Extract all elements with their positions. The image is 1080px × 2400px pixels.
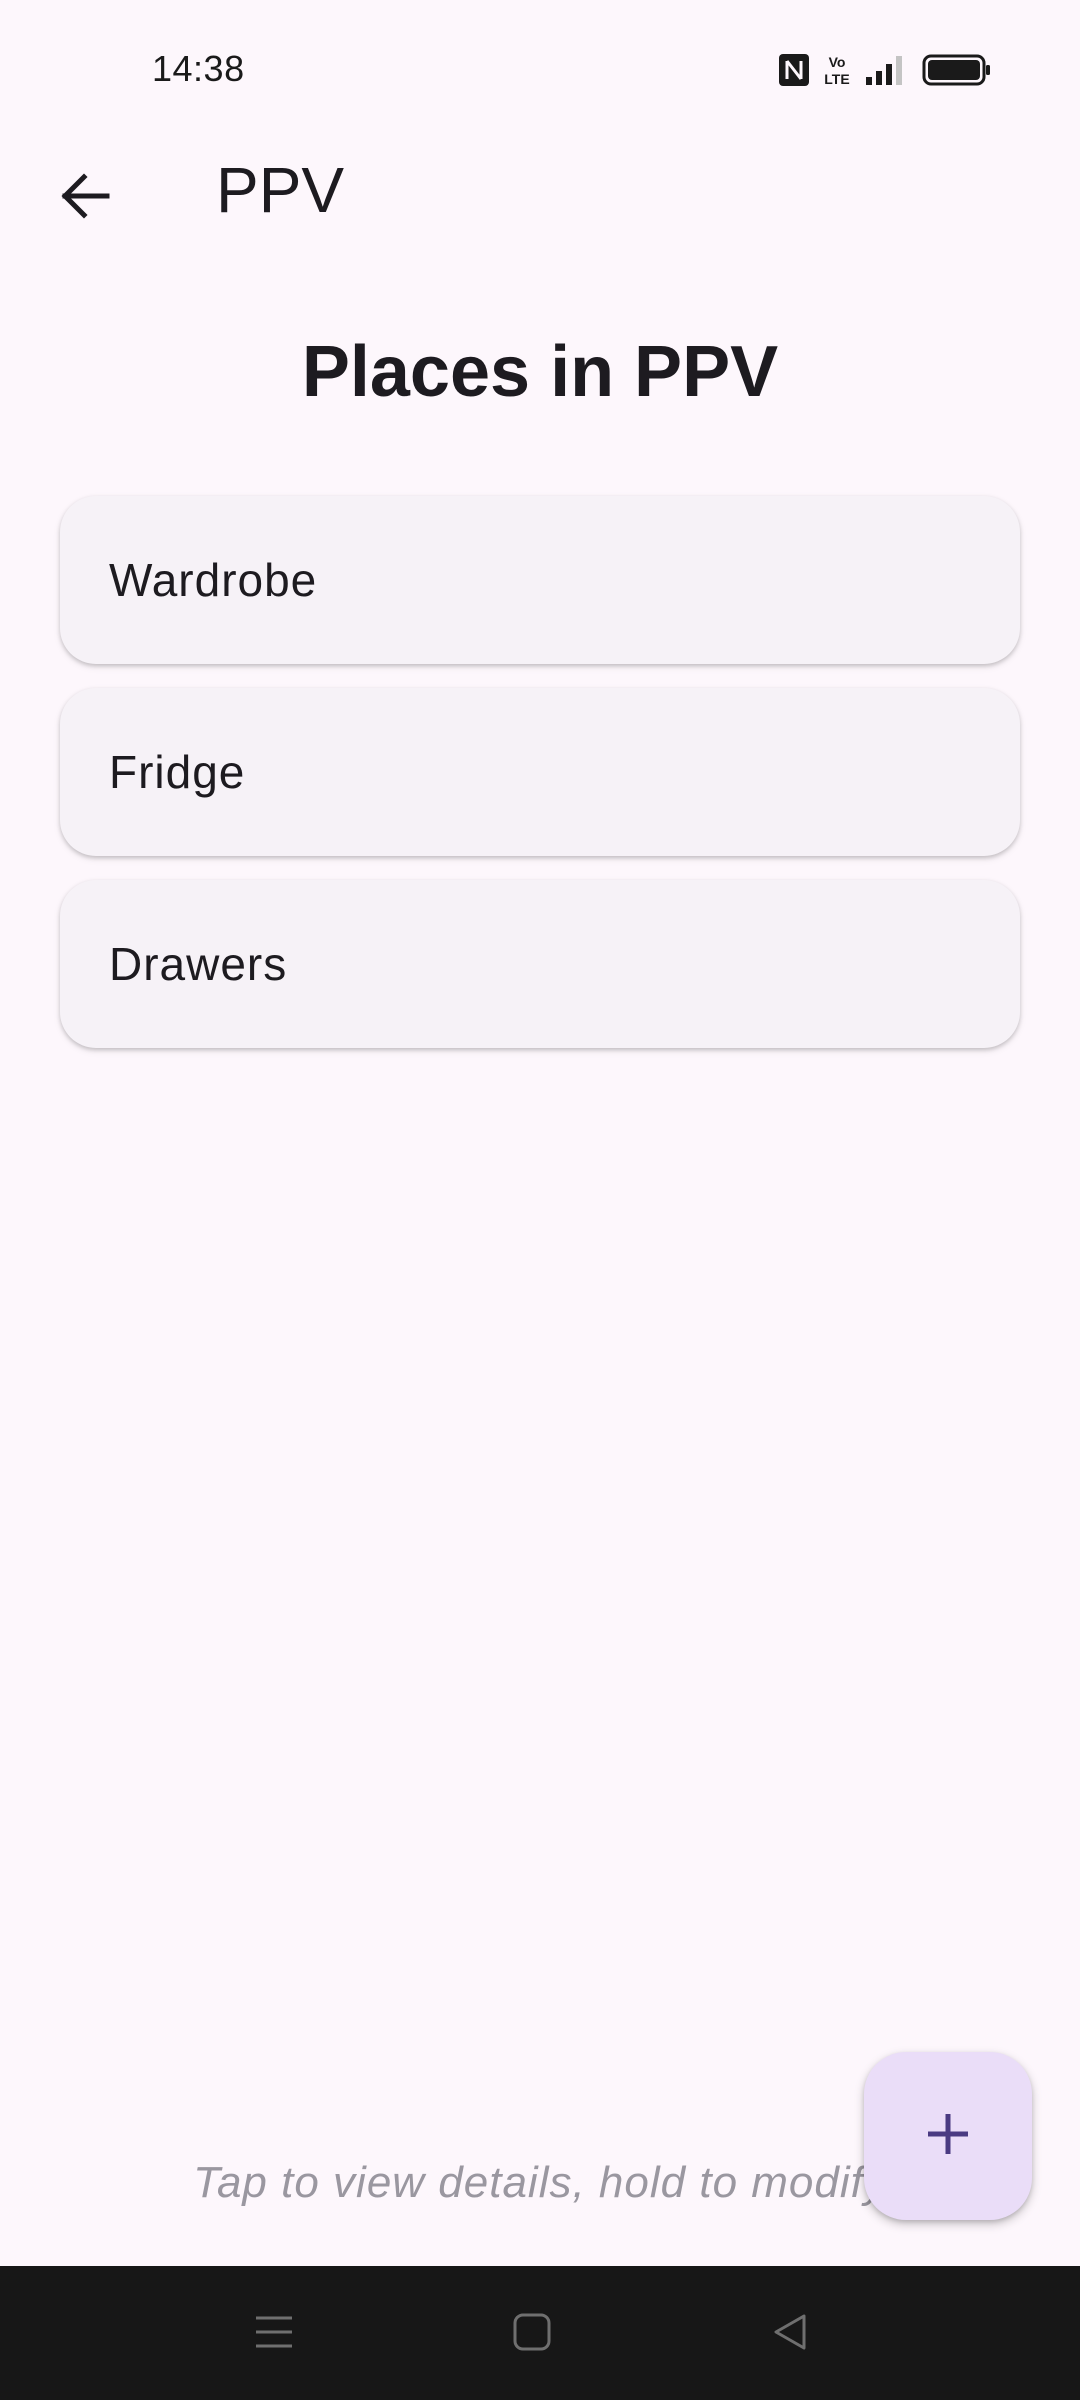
page-heading: Places in PPV — [301, 332, 779, 412]
status-bar: 14:38 Vo LTE — [0, 0, 1080, 130]
recent-apps-button[interactable] — [238, 2298, 310, 2370]
status-icons: Vo LTE — [778, 52, 992, 92]
place-card-drawers[interactable]: Drawers — [60, 880, 1020, 1048]
places-list: Wardrobe Fridge Drawers — [60, 496, 1020, 1072]
back-button[interactable] — [36, 150, 132, 246]
system-nav-bar — [0, 2266, 1080, 2400]
svg-text:Vo: Vo — [829, 54, 846, 70]
volte-icon: Vo LTE — [824, 53, 850, 92]
home-button[interactable] — [496, 2298, 568, 2370]
menu-icon — [254, 2312, 294, 2357]
status-time: 14:38 — [152, 48, 245, 89]
battery-icon — [922, 53, 992, 92]
home-square-icon — [512, 2312, 552, 2357]
system-back-button[interactable] — [754, 2298, 826, 2370]
arrow-back-icon — [57, 169, 111, 228]
nfc-icon — [778, 53, 810, 92]
app-title: PPV — [216, 154, 345, 226]
svg-text:LTE: LTE — [824, 71, 849, 87]
place-label: Fridge — [109, 746, 246, 798]
back-triangle-icon — [770, 2312, 810, 2357]
place-label: Drawers — [109, 938, 288, 990]
signal-icon — [864, 53, 908, 92]
place-card-wardrobe[interactable]: Wardrobe — [60, 496, 1020, 664]
add-place-button[interactable] — [864, 2052, 1032, 2220]
place-card-fridge[interactable]: Fridge — [60, 688, 1020, 856]
plus-icon — [924, 2110, 972, 2163]
place-label: Wardrobe — [109, 554, 318, 606]
app-bar: PPV — [0, 130, 1080, 250]
